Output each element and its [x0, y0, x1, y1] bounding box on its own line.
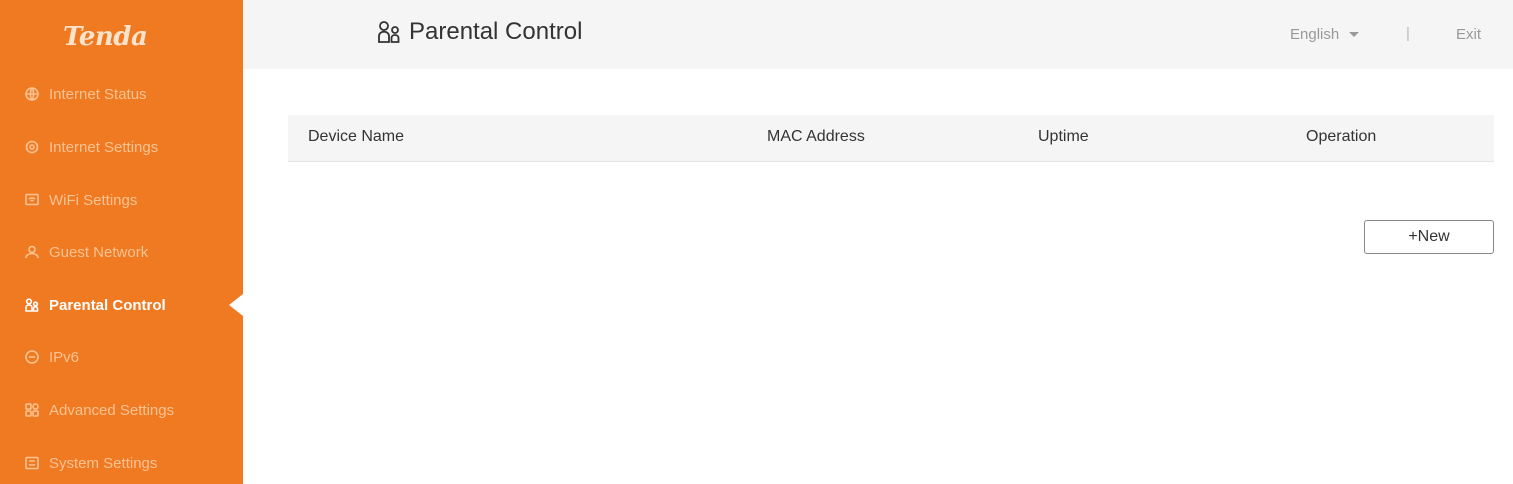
sidebar-item-advanced-settings[interactable]: Advanced Settings [0, 390, 243, 430]
sidebar-item-label: System Settings [49, 454, 158, 472]
wifi-box-icon [25, 193, 39, 207]
column-mac-address: MAC Address [767, 128, 865, 145]
sidebar: Tenda Internet Status Internet Settings … [0, 0, 243, 484]
parental-users-icon [378, 21, 400, 43]
column-operation: Operation [1306, 128, 1377, 145]
grid-icon [25, 403, 39, 417]
system-panel-icon [25, 456, 39, 470]
parental-users-icon [25, 298, 39, 312]
sidebar-item-label: Advanced Settings [49, 401, 175, 419]
sidebar-item-internet-settings[interactable]: Internet Settings [0, 127, 243, 167]
sidebar-item-label: WiFi Settings [49, 191, 138, 209]
guest-user-icon [25, 245, 39, 259]
sidebar-item-system-settings[interactable]: System Settings [0, 443, 243, 483]
new-button[interactable]: +New [1364, 220, 1494, 254]
settings-gear-icon [25, 140, 39, 154]
header-separator: | [1406, 25, 1410, 42]
sidebar-item-guest-network[interactable]: Guest Network [0, 232, 243, 272]
active-indicator [229, 294, 243, 316]
sidebar-item-label: Parental Control [49, 296, 166, 314]
header-bar: Parental Control English | Exit [243, 0, 1513, 69]
sidebar-item-label: Internet Settings [49, 138, 159, 156]
page-title: Parental Control [377, 18, 582, 46]
column-device-name: Device Name [308, 128, 405, 145]
page-title-text: Parental Control [409, 18, 583, 45]
device-table-header: Device Name MAC Address Uptime Operation [288, 115, 1494, 162]
language-select[interactable]: English [1290, 26, 1360, 43]
caret-down-icon [1349, 32, 1360, 37]
sidebar-item-internet-status[interactable]: Internet Status [0, 74, 243, 114]
ipv6-icon [25, 350, 39, 364]
tenda-logo: Tenda [63, 22, 148, 52]
sidebar-item-ipv6[interactable]: IPv6 [0, 337, 243, 377]
sidebar-item-label: Internet Status [49, 85, 147, 103]
exit-link[interactable]: Exit [1456, 26, 1481, 43]
language-label: English [1290, 26, 1340, 43]
globe-icon [25, 87, 39, 101]
column-uptime: Uptime [1038, 128, 1089, 145]
sidebar-item-parental-control[interactable]: Parental Control [0, 285, 243, 325]
sidebar-item-wifi-settings[interactable]: WiFi Settings [0, 180, 243, 220]
sidebar-item-label: IPv6 [49, 348, 80, 366]
sidebar-item-label: Guest Network [49, 243, 149, 261]
